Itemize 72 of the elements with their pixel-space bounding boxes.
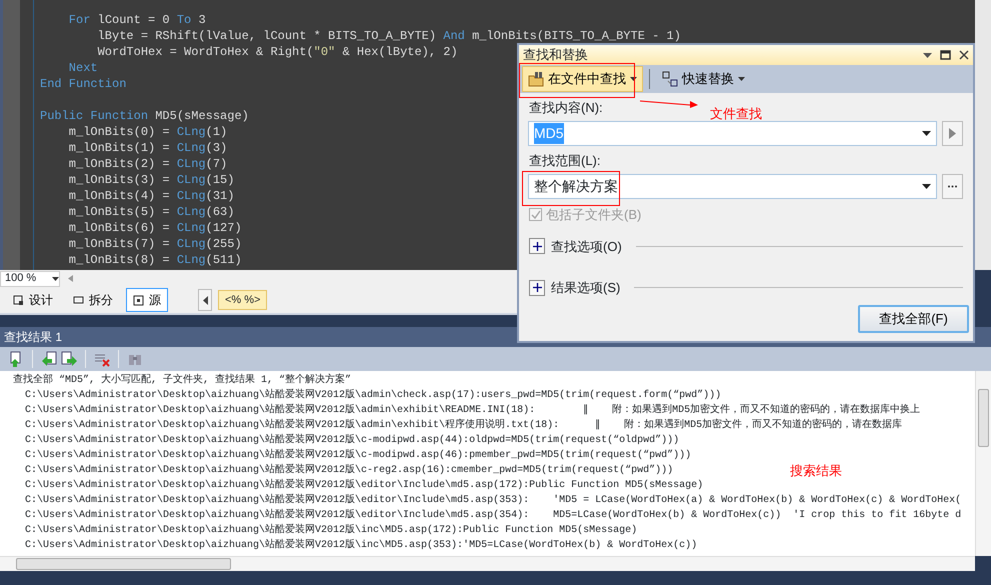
result-line[interactable]: C:\Users\Administrator\Desktop\aizhuang\站酷爱装网V2012版\admin\check.asp(17):users_pwd=MD5(trim(request.form(“pwd”))) — [13, 388, 722, 403]
scroll-left-button[interactable] — [198, 289, 212, 311]
code-line: Next — [68, 60, 98, 76]
forward-arrow-icon[interactable] — [61, 350, 77, 368]
horizontal-scrollbar[interactable] — [0, 556, 975, 571]
caret-icon[interactable] — [923, 52, 932, 58]
annotation-text: 文件查找 — [710, 105, 762, 123]
result-line[interactable]: C:\Users\Administrator\Desktop\aizhuang\站酷爱装网V2012版\admin\exhibit\README.INI(18): ‖ 附：如果遇到MD5加密文件，而又不知道的密码的，请在数据库中换上 — [13, 403, 920, 418]
close-icon[interactable] — [959, 50, 969, 60]
back-arrow-icon[interactable] — [41, 350, 57, 368]
code-line: m_lOnBits(1) = CLng(3) — [68, 140, 228, 156]
tag-breadcrumb[interactable]: <% %> — [218, 290, 268, 310]
result-line[interactable]: C:\Users\Administrator\Desktop\aizhuang\站酷爱装网V2012版\editor\Include\md5.asp(354): MD5=LCase(WordToHex(b) & WordToHex(c)) 'I crop this to fit 16byte d — [13, 508, 962, 523]
caret-icon — [52, 276, 59, 280]
result-line[interactable]: C:\Users\Administrator\Desktop\aizhuang\站酷爱装网V2012版\editor\Include\md5.asp(172):Public Function MD5(sMessage) — [13, 478, 704, 493]
code-line: lByte = RShift(lValue, lCount * BITS_TO_A_BYTE) And m_lOnBits(BITS_TO_A_BYTE - 1) — [96, 28, 681, 44]
result-line[interactable]: C:\Users\Administrator\Desktop\aizhuang\站酷爱装网V2012版\c-modipwd.asp(46):pmember_pwd=MD5(trim(request(“pwd”))) — [13, 448, 692, 463]
code-line: m_lOnBits(8) = CLng(511) — [68, 252, 242, 268]
annotation-text: 搜索结果 — [790, 462, 842, 480]
mode-button[interactable]: 在文件中查找 — [522, 66, 643, 92]
replace-icon — [662, 71, 678, 87]
result-line[interactable]: C:\Users\Administrator\Desktop\aizhuang\站酷爱装网V2012版\inc\MD5.asp(353):'MD5=LCase(WordToHex(b) & WordToHex(c)) — [13, 538, 698, 553]
view-tab[interactable]: 源 — [126, 288, 168, 312]
split-icon — [73, 294, 84, 306]
view-tab[interactable]: 拆分 — [66, 288, 120, 312]
code-line: m_lOnBits(2) = CLng(7) — [68, 156, 228, 172]
section-label: 结果选项(S) — [551, 279, 620, 297]
caret-icon — [738, 77, 745, 81]
result-line[interactable]: C:\Users\Administrator\Desktop\aizhuang\站酷爱装网V2012版\editor\Include\md5.asp(353): 'MD5 = LCase(WordToHex(a) & WordToHex(b) & WordToHex(c) & WordToHex( — [13, 493, 962, 508]
vertical-scrollbar[interactable] — [975, 0, 991, 270]
design-icon — [13, 294, 24, 306]
field-label: 查找范围(L): — [529, 154, 600, 168]
caret-icon — [630, 77, 637, 81]
code-line: m_lOnBits(5) = CLng(63) — [68, 204, 234, 220]
ellipsis-icon — [948, 185, 957, 188]
caret-icon — [922, 131, 931, 136]
code-line: m_lOnBits(0) = CLng(1) — [68, 124, 228, 140]
result-line[interactable]: C:\Users\Administrator\Desktop\aizhuang\站酷爱装网V2012版\c-reg2.asp(16):cmember_pwd=MD5(trim(request(“pwd”))) — [13, 463, 674, 478]
field-label: 查找内容(N): — [529, 101, 603, 115]
caret-icon — [922, 184, 931, 189]
code-line: m_lOnBits(6) = CLng(127) — [68, 220, 242, 236]
play-icon — [949, 128, 956, 139]
folder-binoculars-icon — [528, 71, 544, 87]
code-line: m_lOnBits(3) = CLng(15) — [68, 172, 234, 188]
result-line[interactable]: C:\Users\Administrator\Desktop\aizhuang\站酷爱装网V2012版\inc\MD5.asp(172):Public Function MD5(sMessage) — [13, 523, 638, 538]
left-arrow-icon — [202, 296, 208, 304]
plus-icon — [532, 242, 542, 251]
vertical-scrollbar[interactable] — [975, 371, 991, 556]
source-icon — [133, 294, 144, 306]
search-summary: 查找全部 “MD5”, 大小写匹配, 子文件夹, 查找结果 1, “整个解决方案” — [13, 373, 352, 388]
code-line: m_lOnBits(4) = CLng(31) — [68, 188, 234, 204]
code-line: End Function — [40, 76, 126, 92]
maximize-icon[interactable] — [940, 50, 951, 60]
expand-button[interactable] — [529, 280, 545, 296]
code-line: WordToHex = WordToHex & Right("0" & Hex(lByte), 2) — [96, 44, 458, 60]
find-all-button[interactable]: 查找全部(F) — [858, 305, 969, 333]
expand-button[interactable] — [529, 238, 545, 254]
dialog-title: 查找和替换 — [523, 46, 588, 64]
result-line[interactable]: C:\Users\Administrator\Desktop\aizhuang\站酷爱装网V2012版\c-modipwd.asp(44):oldpwd=MD5(trim(request(“oldpwd”))) — [13, 433, 680, 448]
code-line: m_lOnBits(7) = CLng(255) — [68, 236, 242, 252]
annotation-arrow — [640, 99, 700, 109]
section-label: 查找选项(O) — [551, 238, 622, 256]
mode-button[interactable]: 快速替换 — [656, 66, 751, 92]
plus-icon — [532, 283, 542, 292]
zoom-dropdown[interactable]: 100 % — [0, 270, 60, 286]
result-line[interactable]: C:\Users\Administrator\Desktop\aizhuang\站酷爱装网V2012版\admin\exhibit\程序使用说明.txt(18): ‖ 附：如果遇到MD5加密文件，而又不知道的密码的，请在数据库 — [13, 418, 902, 433]
find-next-button[interactable] — [942, 121, 963, 146]
code-line: For lCount = 0 To 3 — [68, 12, 206, 28]
view-tab[interactable]: 设计 — [6, 288, 60, 312]
scope-dropdown[interactable]: 整个解决方案 — [528, 174, 937, 199]
checkbox-label: 包括子文件夹(B) — [546, 206, 642, 224]
code-line: Public Function MD5(sMessage) — [40, 108, 249, 124]
